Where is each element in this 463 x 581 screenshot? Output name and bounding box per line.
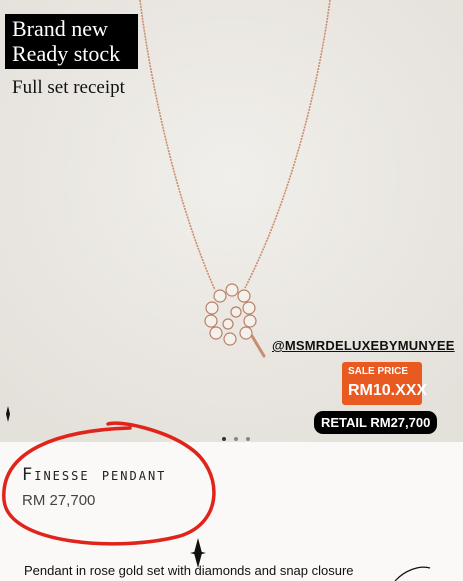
product-name: Finesse pendant xyxy=(22,465,167,485)
sale-label: SALE PRICE xyxy=(348,366,409,377)
product-info-panel xyxy=(0,442,463,581)
badge-line-1: Brand new xyxy=(12,16,108,41)
carousel-dot[interactable] xyxy=(234,437,238,441)
product-price: RM 27,700 xyxy=(22,492,96,509)
badge-line-2: Ready stock xyxy=(12,41,121,66)
product-description: Pendant in rose gold set with diamonds a… xyxy=(24,563,354,578)
retail-price-pill: RETAIL RM27,700 xyxy=(314,411,438,434)
sale-price: RM10.XXX xyxy=(348,382,428,399)
stock-badge: Brand new Ready stock xyxy=(5,14,138,69)
receipt-note: Full set receipt xyxy=(12,77,125,98)
carousel-dot[interactable] xyxy=(222,437,226,441)
sale-badge: SALE PRICE RM10.XXX xyxy=(342,362,427,405)
carousel-dot[interactable] xyxy=(246,437,250,441)
seller-handle: @MSMRDELUXEBYMUNYEE xyxy=(272,338,455,353)
